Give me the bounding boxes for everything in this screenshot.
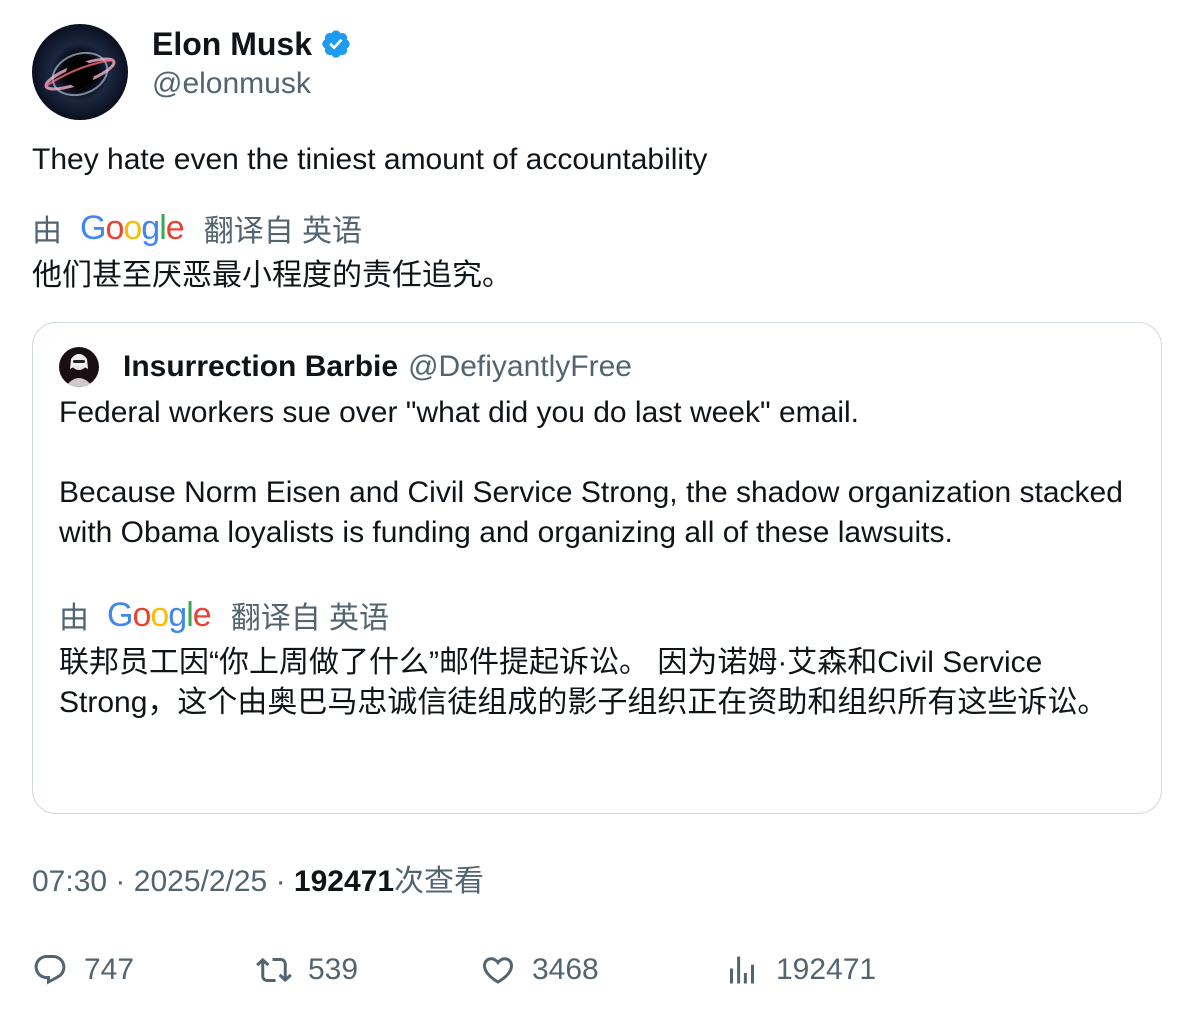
tweet-text: They hate even the tiniest amount of acc…: [32, 143, 708, 176]
repost-button[interactable]: 539: [256, 950, 358, 990]
translation-by-label: 由: [59, 602, 89, 635]
like-count: 3468: [532, 953, 599, 986]
google-logo: Google: [107, 596, 212, 634]
author-info: Elon Musk @elonmusk: [152, 24, 352, 102]
like-icon: [482, 957, 514, 984]
author-name[interactable]: Elon Musk: [152, 26, 312, 62]
tweet-meta: 07:30 · 2025/2/25 · 192471次查看: [32, 862, 484, 902]
quoted-translated-text: 联邦员工因“你上周做了什么”邮件提起诉讼。 因为诺姆·艾森和Civil Serv…: [59, 646, 1108, 719]
translation-from-label[interactable]: 翻译自 英语: [204, 206, 362, 250]
meta-separator: ·: [115, 865, 126, 898]
repost-icon: [256, 957, 292, 983]
reply-count: 747: [84, 953, 135, 986]
quoted-author-avatar[interactable]: [59, 347, 99, 387]
translated-tweet-text: 他们甚至厌恶最小程度的责任追究。: [32, 259, 512, 292]
tweet-actions: 747 539 3468 192471: [32, 950, 1164, 990]
tweet: Elon Musk @elonmusk They hate even the t…: [32, 24, 1164, 986]
verified-badge-icon[interactable]: [320, 28, 352, 60]
author-avatar[interactable]: [32, 24, 128, 120]
like-button[interactable]: 3468: [480, 950, 599, 990]
meta-separator: ·: [275, 865, 286, 898]
reply-icon: [34, 955, 66, 985]
quoted-tweet[interactable]: Insurrection Barbie @DefiyantlyFree Fede…: [32, 322, 1162, 814]
tweet-header: Elon Musk @elonmusk: [32, 24, 1164, 120]
quoted-tweet-header: Insurrection Barbie @DefiyantlyFree: [59, 347, 632, 387]
tweet-time[interactable]: 07:30: [32, 865, 107, 898]
tweet-date[interactable]: 2025/2/25: [134, 865, 267, 898]
views-button[interactable]: 192471: [724, 950, 876, 990]
author-name-row: Elon Musk: [152, 26, 352, 62]
translation-by-label: 由: [32, 215, 62, 248]
quoted-paragraph: Federal workers sue over "what did you d…: [59, 396, 859, 429]
quoted-translation-attribution: 由 Google 翻译自 英语: [59, 595, 389, 635]
author-handle[interactable]: @elonmusk: [152, 66, 352, 102]
google-logo: Google: [80, 209, 185, 247]
views-action-count: 192471: [776, 953, 877, 986]
translation-from-label[interactable]: 翻译自 英语: [231, 593, 389, 637]
repost-count: 539: [308, 953, 359, 986]
quoted-author-handle[interactable]: @DefiyantlyFree: [408, 350, 632, 384]
views-label: 次查看: [394, 865, 485, 898]
quoted-paragraph: Because Norm Eisen and Civil Service Str…: [59, 476, 1123, 549]
views-count: 192471: [293, 865, 395, 898]
views-icon: [730, 956, 754, 984]
quoted-author-name[interactable]: Insurrection Barbie: [123, 350, 398, 384]
translation-attribution: 由 Google 翻译自 英语: [32, 208, 362, 248]
quoted-tweet-text: Federal workers sue over "what did you d…: [59, 393, 1149, 553]
reply-button[interactable]: 747: [32, 950, 134, 990]
